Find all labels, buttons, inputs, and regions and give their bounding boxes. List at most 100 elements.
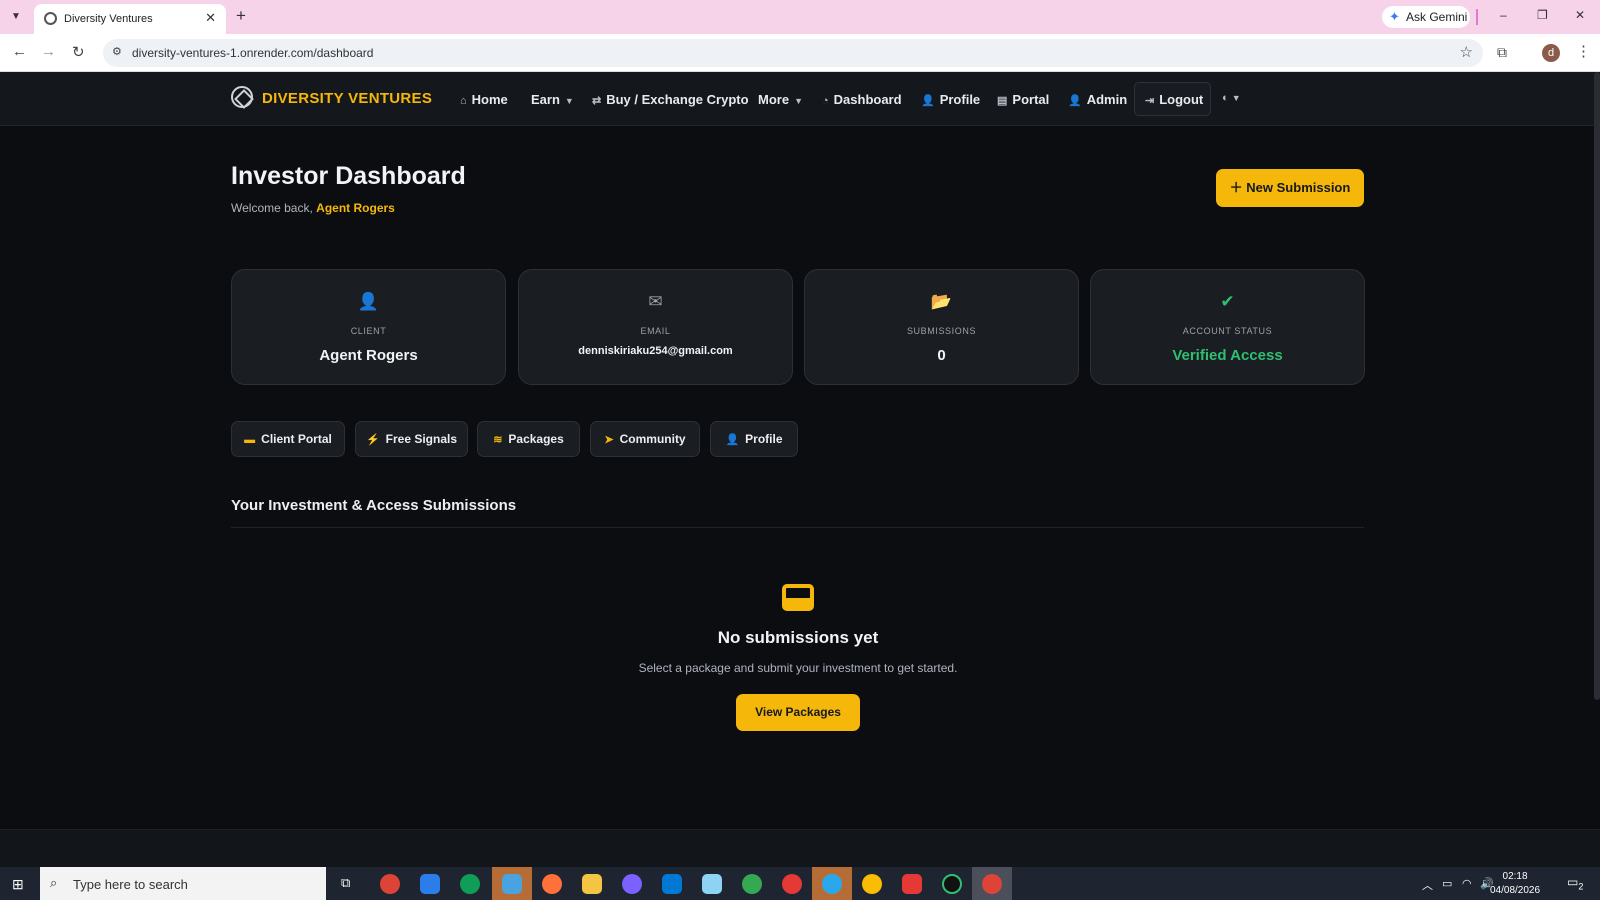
discord-icon[interactable]: [622, 874, 642, 894]
page-footer: [0, 829, 1600, 867]
chrome-profile-icon[interactable]: [460, 874, 480, 894]
telegram-icon[interactable]: [822, 874, 842, 894]
chevron-down-icon: ▼: [794, 96, 803, 106]
taskbar-search[interactable]: ⌕ Type here to search: [40, 867, 326, 900]
view-packages-button[interactable]: View Packages: [736, 694, 860, 731]
client-value: Agent Rogers: [319, 347, 418, 364]
client-label: CLIENT: [350, 326, 387, 336]
nav-dashboard[interactable]: ◔ Dashboard: [822, 92, 902, 107]
check-circle-icon: ✔: [1220, 292, 1235, 311]
battery-icon[interactable]: ▭: [1442, 877, 1452, 890]
notepad-icon[interactable]: [702, 874, 722, 894]
minimize-button[interactable]: –: [1500, 8, 1507, 22]
plus-icon: ＋: [1229, 180, 1243, 195]
browser-tab[interactable]: Diversity Ventures ✕: [34, 4, 226, 34]
windows-start-icon[interactable]: ⊞: [12, 876, 24, 893]
task-view-icon[interactable]: ⧉: [341, 875, 350, 891]
portal-icon: ▬: [244, 434, 256, 446]
ask-gemini-button[interactable]: ✦ Ask Gemini: [1382, 6, 1470, 28]
theme-toggle[interactable]: ◐ ▼: [1222, 92, 1241, 104]
forward-arrow-icon[interactable]: →: [41, 43, 56, 60]
nav-admin[interactable]: 👤 Admin: [1068, 92, 1127, 107]
nav-buy-exchange[interactable]: ⇄ Buy / Exchange Crypto: [592, 92, 749, 107]
taskbar-clock[interactable]: 02:18 04/08/2026: [1490, 870, 1540, 898]
tab-close-icon[interactable]: ✕: [205, 10, 216, 26]
profile-button[interactable]: 👤 Profile: [710, 421, 798, 457]
store-icon[interactable]: [420, 874, 440, 894]
chrome-icon[interactable]: [982, 874, 1002, 894]
wifi-icon[interactable]: ◠: [1462, 877, 1472, 890]
firefox-icon[interactable]: [542, 874, 562, 894]
community-label: Community: [619, 432, 686, 446]
site-info-icon[interactable]: ⚙: [112, 45, 122, 58]
logo-icon[interactable]: [231, 86, 253, 108]
community-button[interactable]: ➤ Community: [590, 421, 700, 457]
account-status-card: ✔ ACCOUNT STATUS Verified Access: [1090, 269, 1365, 385]
mail-icon[interactable]: [502, 874, 522, 894]
close-window-button[interactable]: ✕: [1575, 8, 1585, 22]
client-portal-button[interactable]: ▬ Client Portal: [231, 421, 345, 457]
app-icon[interactable]: [942, 874, 962, 894]
tab-title: Diversity Ventures: [64, 13, 153, 25]
vscode-icon[interactable]: [662, 874, 682, 894]
email-card: ✉ EMAIL denniskiriaku254@gmail.com: [518, 269, 793, 385]
clock-time: 02:18: [1502, 871, 1528, 882]
reload-icon[interactable]: ↻: [72, 43, 85, 61]
packages-label: Packages: [508, 432, 564, 446]
nav-profile[interactable]: 👤 Profile: [921, 92, 980, 107]
nav-earn[interactable]: Earn ▼: [531, 92, 574, 107]
new-submission-label: New Submission: [1246, 180, 1351, 195]
portal-icon: ▤: [997, 95, 1008, 107]
packages-button[interactable]: ≋ Packages: [477, 421, 580, 457]
file-explorer-icon[interactable]: [582, 874, 602, 894]
brand-name[interactable]: DIVERSITY VENTURES: [262, 90, 432, 107]
search-icon: ⌕: [50, 875, 58, 890]
nav-logout[interactable]: ⇥ Logout: [1145, 92, 1203, 107]
bookmark-star-icon[interactable]: ☆: [1460, 43, 1473, 61]
nav-buy-exchange-label: Buy / Exchange Crypto: [606, 92, 749, 107]
chevron-up-icon[interactable]: ︿: [1422, 877, 1433, 893]
nav-admin-label: Admin: [1086, 92, 1128, 107]
nav-logout-label: Logout: [1159, 92, 1204, 107]
back-arrow-icon[interactable]: ←: [12, 43, 27, 60]
globe-icon: [44, 12, 57, 25]
address-bar[interactable]: ⚙ diversity-ventures-1.onrender.com/dash…: [103, 39, 1483, 67]
account-status-label: ACCOUNT STATUS: [1182, 326, 1273, 336]
url-text[interactable]: diversity-ventures-1.onrender.com/dashbo…: [132, 46, 373, 60]
free-signals-button[interactable]: ⚡ Free Signals: [355, 421, 468, 457]
inbox-icon: [782, 584, 814, 611]
site-navbar: DIVERSITY VENTURES ⌂ Home Earn ▼ ⇄ Buy / Ex…: [0, 72, 1600, 126]
tab-list-chevron-icon[interactable]: ▼: [6, 7, 26, 27]
new-tab-button[interactable]: +: [236, 6, 246, 26]
chrome-profile-icon[interactable]: [862, 874, 882, 894]
new-submission-button[interactable]: ＋ New Submission: [1216, 169, 1364, 207]
chrome-profile-icon[interactable]: [742, 874, 762, 894]
page-scrollbar[interactable]: [1594, 72, 1600, 700]
chevron-down-icon: ▼: [564, 96, 574, 106]
nav-more[interactable]: More ▼: [758, 92, 803, 107]
menu-kebab-icon[interactable]: ⋮: [1576, 42, 1591, 60]
extensions-puzzle-icon[interactable]: ⧉: [1497, 44, 1507, 61]
nav-portal-label: Portal: [1012, 92, 1050, 107]
nav-profile-label: Profile: [939, 92, 981, 107]
submissions-label: SUBMISSIONS: [906, 326, 977, 336]
nav-home-label: Home: [471, 92, 508, 107]
anydesk-icon[interactable]: [902, 874, 922, 894]
client-card: 👤 CLIENT Agent Rogers: [231, 269, 506, 385]
profile-label: Profile: [745, 432, 783, 446]
music-icon[interactable]: [782, 874, 802, 894]
client-portal-label: Client Portal: [261, 432, 332, 446]
nav-portal[interactable]: ▤ Portal: [997, 92, 1049, 107]
profile-avatar[interactable]: d: [1542, 44, 1560, 62]
browser-toolbar: ← → ↻ ⚙ diversity-ventures-1.onrender.co…: [0, 34, 1600, 72]
gemini-separator: [1476, 9, 1478, 25]
telegram-icon: ➤: [604, 434, 614, 446]
notification-count: 2: [1578, 881, 1584, 892]
nav-home[interactable]: ⌂ Home: [460, 92, 508, 107]
empty-state-title: No submissions yet: [717, 628, 879, 647]
submissions-count: 0: [937, 347, 946, 364]
os-taskbar: ⊞ ⌕ Type here to search ⧉ ︿ ▭ ◠ 🔊 02:18 …: [0, 867, 1600, 900]
restore-button[interactable]: ❐: [1537, 8, 1548, 22]
notification-icon[interactable]: ▭2: [1567, 875, 1583, 891]
chrome-icon[interactable]: [380, 874, 400, 894]
